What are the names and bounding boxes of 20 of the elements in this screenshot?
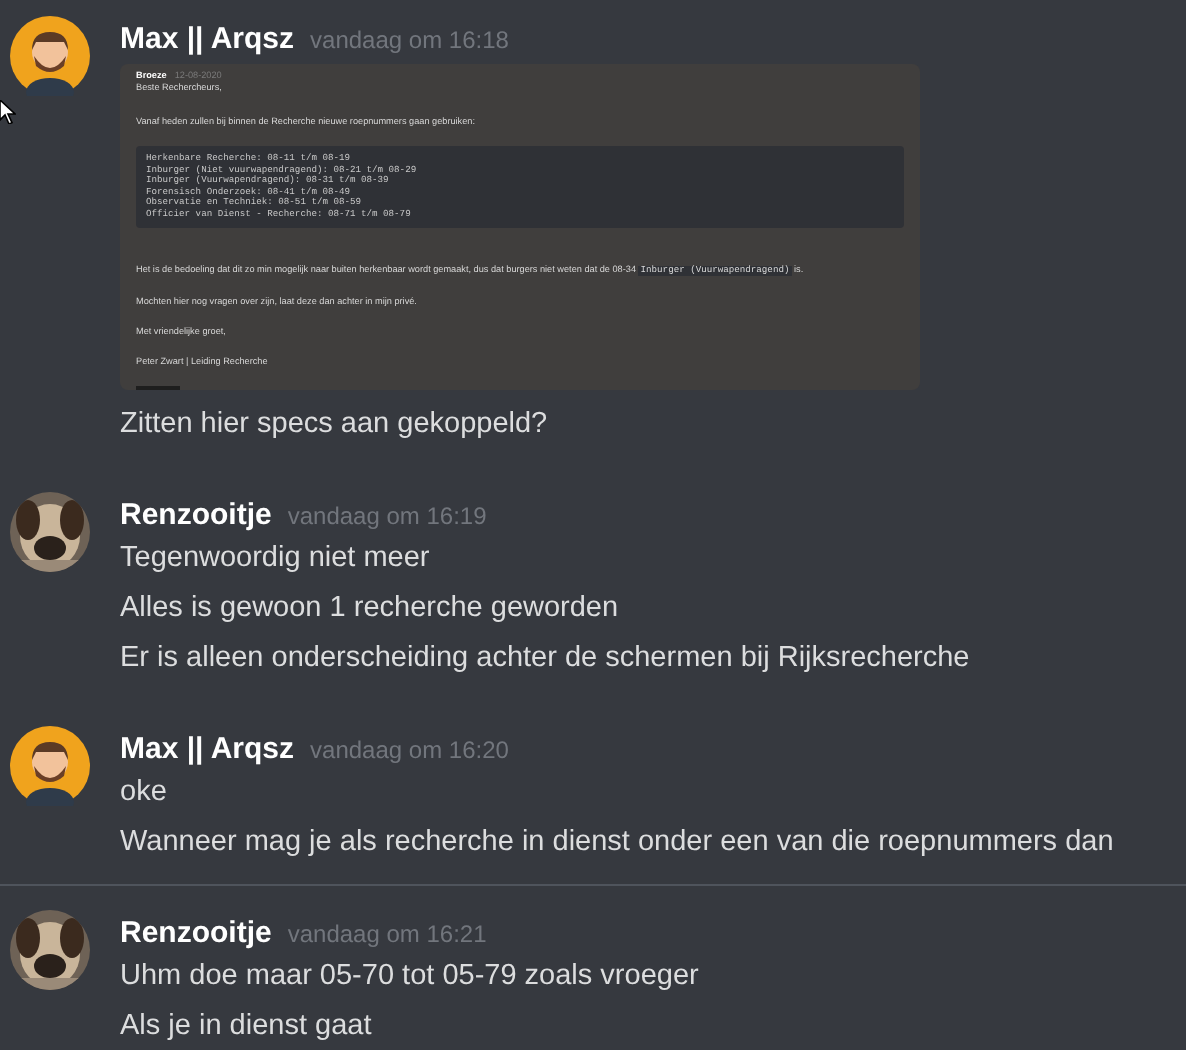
timestamp: vandaag om 16:20 xyxy=(310,734,509,768)
username[interactable]: Max || Arqsz xyxy=(120,730,295,770)
embedded-screenshot[interactable] xyxy=(120,64,920,390)
timestamp: vandaag om 16:21 xyxy=(287,918,487,952)
message-text: Zitten hier specs aan gekoppeld? xyxy=(120,406,550,444)
message-text: Wanneer mag je als recherche in dienst onder een van die roepnummers dan xyxy=(120,824,1116,862)
timestamp: vandaag om 16:19 xyxy=(287,500,487,534)
username[interactable]: Max || Arqsz xyxy=(120,20,295,60)
message-text: Uhm doe maar 05-70 tot 05-79 zoals vroeger xyxy=(120,958,701,996)
message-text: Er is alleen onderscheiding achter de schermen bij Rijksrecherche xyxy=(120,640,972,678)
message-text: Alles is gewoon 1 recherche geworden xyxy=(120,590,621,628)
avatar[interactable] xyxy=(10,16,90,96)
username[interactable]: Renzooitje xyxy=(120,496,272,536)
message-text: Tegenwoordig niet meer xyxy=(120,540,432,578)
message-text: Als je in dienst gaat xyxy=(120,1008,374,1046)
timestamp: vandaag om 16:18 xyxy=(310,24,509,58)
mouse-cursor-icon xyxy=(0,100,16,124)
message-text: oke xyxy=(120,774,169,812)
username[interactable]: Renzooitje xyxy=(120,914,272,954)
avatar[interactable] xyxy=(10,726,90,806)
